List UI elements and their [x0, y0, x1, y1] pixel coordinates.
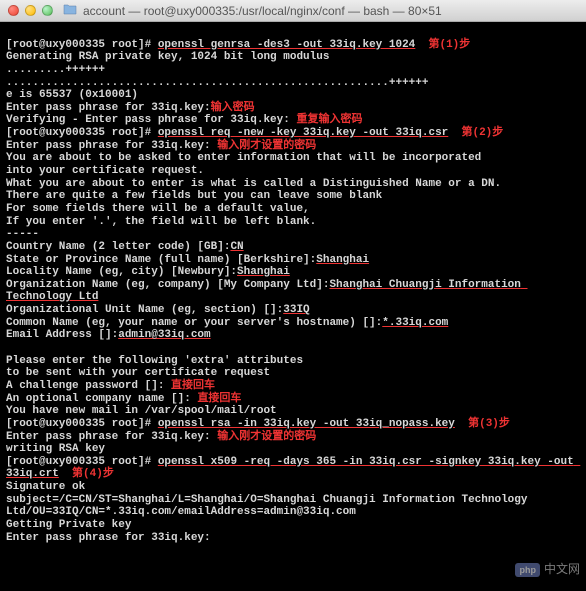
step-3-note: 第(3)步: [468, 418, 510, 430]
field-label: Organizational Unit Name (eg, section) […: [6, 304, 283, 316]
titlebar: account — root@uxy000335:/usr/local/ngin…: [0, 0, 586, 22]
locality-value: Shanghai: [237, 266, 290, 278]
verify-prompt: Verifying - Enter pass phrase for 33iq.k…: [6, 114, 296, 126]
step-1-note: 第(1)步: [428, 39, 470, 51]
passphrase-prompt: Enter pass phrase for 33iq.key:: [6, 102, 211, 114]
output-line: Signature ok: [6, 481, 85, 493]
field-label: Locality Name (eg, city) [Newbury]:: [6, 266, 237, 278]
note-enter-2: 直接回车: [197, 393, 241, 405]
field-label: Common Name (eg, your name or your serve…: [6, 317, 382, 329]
output-line: subject=/C=CN/ST=Shanghai/L=Shanghai/O=S…: [6, 494, 534, 519]
output-line: What you are about to enter is what is c…: [6, 178, 501, 190]
command-1: openssl genrsa -des3 -out 33iq.key 1024: [158, 39, 415, 51]
command-2: openssl req -new -key 33iq.key -out 33iq…: [158, 127, 448, 139]
window-title: account — root@uxy000335:/usr/local/ngin…: [83, 4, 442, 18]
field-label: Email Address []:: [6, 329, 118, 341]
step-4-note: 第(4)步: [72, 468, 114, 480]
passphrase-prompt: Enter pass phrase for 33iq.key:: [6, 532, 211, 544]
passphrase-prompt: Enter pass phrase for 33iq.key:: [6, 140, 217, 152]
command-3: openssl rsa -in 33iq.key -out 33iq_nopas…: [158, 418, 455, 430]
output-line: into your certificate request.: [6, 165, 204, 177]
terminal-window: account — root@uxy000335:/usr/local/ngin…: [0, 0, 586, 591]
output-line: If you enter '.', the field will be left…: [6, 216, 316, 228]
php-badge: php: [515, 563, 540, 577]
challenge-prompt: A challenge password []:: [6, 380, 171, 392]
note-enter: 直接回车: [171, 380, 215, 392]
output-line: Please enter the following 'extra' attri…: [6, 355, 303, 367]
watermark: php 中文网: [515, 563, 580, 577]
state-value: Shanghai: [316, 254, 369, 266]
output-line: You are about to be asked to enter infor…: [6, 152, 481, 164]
note-enter-set-password-2: 输入刚才设置的密码: [217, 431, 316, 443]
output-line: e is 65537 (0x10001): [6, 89, 138, 101]
output-line: Generating RSA private key, 1024 bit lon…: [6, 51, 329, 63]
email-value: admin@33iq.com: [118, 329, 210, 341]
output-line: ........................................…: [6, 77, 428, 89]
output-line: There are quite a few fields but you can…: [6, 190, 382, 202]
output-line: Getting Private key: [6, 519, 131, 531]
zoom-icon[interactable]: [42, 5, 53, 16]
terminal-body[interactable]: [root@uxy000335 root]# openssl genrsa -d…: [0, 22, 586, 591]
close-icon[interactable]: [8, 5, 19, 16]
prompt: [root@uxy000335 root]#: [6, 39, 158, 51]
output-line: You have new mail in /var/spool/mail/roo…: [6, 405, 277, 417]
passphrase-prompt: Enter pass phrase for 33iq.key:: [6, 431, 217, 443]
step-2-note: 第(2)步: [461, 127, 503, 139]
window-controls: [8, 5, 53, 16]
prompt: [root@uxy000335 root]#: [6, 127, 158, 139]
ou-value: 33IQ: [283, 304, 309, 316]
folder-icon: [63, 3, 77, 18]
common-value: *.33iq.com: [382, 317, 448, 329]
output-line: writing RSA key: [6, 443, 105, 455]
field-label: Country Name (2 letter code) [GB]:: [6, 241, 230, 253]
output-line: -----: [6, 228, 39, 240]
output-line: For some fields there will be a default …: [6, 203, 310, 215]
field-label: State or Province Name (full name) [Berk…: [6, 254, 316, 266]
watermark-text: 中文网: [544, 563, 580, 577]
output-line: to be sent with your certificate request: [6, 367, 270, 379]
company-prompt: An optional company name []:: [6, 393, 197, 405]
prompt: [root@uxy000335 root]#: [6, 418, 158, 430]
note-input-password: 输入密码: [211, 102, 255, 114]
minimize-icon[interactable]: [25, 5, 36, 16]
note-enter-set-password: 输入刚才设置的密码: [217, 140, 316, 152]
prompt: [root@uxy000335 root]#: [6, 456, 158, 468]
country-value: CN: [230, 241, 243, 253]
field-label: Organization Name (eg, company) [My Comp…: [6, 279, 329, 291]
note-repeat-password: 重复输入密码: [296, 114, 362, 126]
output-line: .........++++++: [6, 64, 105, 76]
